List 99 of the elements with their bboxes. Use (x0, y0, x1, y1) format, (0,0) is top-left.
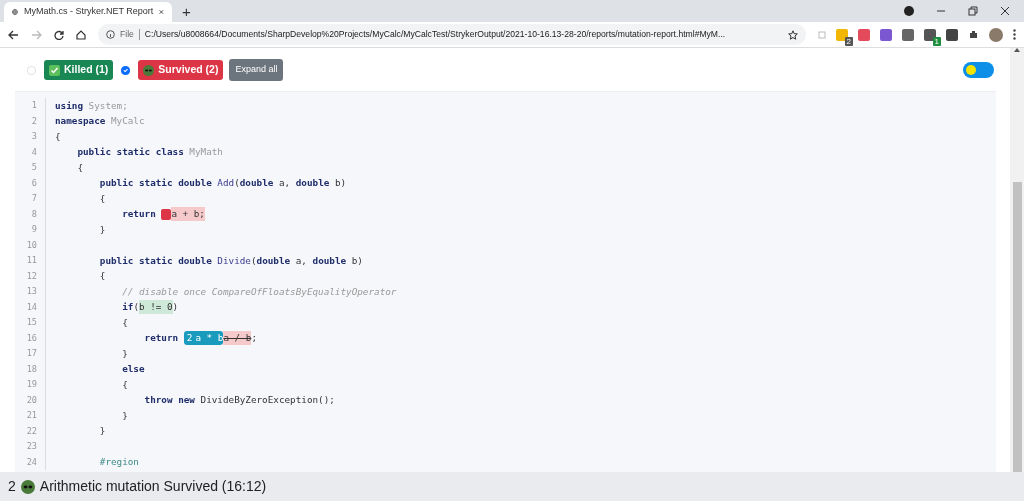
line-number: 7 (15, 191, 46, 207)
code-comment: // disable once CompareOfFloatsByEqualityOperator (122, 284, 397, 299)
code-token: using (55, 98, 83, 113)
line-number: 5 (15, 160, 46, 176)
code-token: a, (278, 176, 291, 191)
code-token: public static double (99, 253, 212, 268)
reload-icon[interactable] (54, 29, 64, 40)
code-token: { (77, 160, 83, 175)
line-number: 15 (15, 315, 46, 331)
covered-code: b != 0 (139, 300, 173, 315)
code-token: double (256, 253, 291, 268)
info-icon (106, 30, 115, 39)
line-number: 14 (15, 299, 46, 315)
theme-toggle[interactable] (963, 62, 994, 78)
line-number: 10 (15, 237, 46, 253)
close-icon[interactable] (1000, 6, 1010, 16)
line-number: 8 (15, 206, 46, 222)
code-token: b) (334, 176, 347, 191)
code-token: { (99, 269, 106, 284)
browser-tab[interactable]: MyMath.cs - Stryker.NET Report (4, 2, 172, 22)
line-number: 23 (15, 439, 46, 455)
line-number: 6 (15, 175, 46, 191)
code-token: System; (88, 98, 128, 113)
line-number: 19 (15, 377, 46, 393)
line-number: 2 (15, 113, 46, 129)
scrollbar-thumb[interactable] (1012, 182, 1022, 472)
alien-icon (143, 64, 155, 76)
filter-badge[interactable]: Survived (2) (138, 60, 224, 80)
code-token: b) (351, 253, 363, 268)
profile-icon[interactable] (904, 6, 914, 16)
new-tab-button[interactable]: + (172, 2, 201, 22)
code-token: { (55, 129, 61, 144)
filter-checkbox[interactable] (121, 65, 131, 75)
check-icon (49, 64, 60, 76)
line-number: 16 (15, 330, 46, 346)
filter-badge[interactable]: Killed (1) (44, 60, 114, 80)
alien-icon (20, 479, 35, 494)
code-token: ) (172, 300, 179, 315)
avatar-icon[interactable] (989, 27, 1003, 42)
code-token: { (122, 315, 128, 330)
code-token: Divide (217, 253, 251, 268)
code-token: DivideByZeroException(); (200, 393, 335, 408)
globe-icon (12, 7, 18, 17)
code-token: } (99, 424, 106, 439)
line-number: 21 (15, 408, 46, 424)
code-token: namespace (55, 114, 106, 129)
line-number: 18 (15, 361, 46, 377)
code-token: MyMath (189, 145, 223, 160)
code-token: public static class (77, 145, 184, 160)
line-number: 12 (15, 268, 46, 284)
line-number: 17 (15, 346, 46, 362)
mutant-badge[interactable]: 2 (183, 331, 196, 346)
line-number: 1 (15, 98, 46, 114)
code-token: } (99, 222, 106, 237)
code-token: #region (99, 455, 139, 470)
code-token: } (122, 408, 128, 423)
code-token: double (239, 176, 274, 191)
back-icon[interactable] (8, 29, 19, 40)
mutant-number: 2 (8, 477, 16, 496)
code-token: else (122, 362, 145, 377)
replacement-code: a * b (195, 331, 224, 346)
code-token: { (122, 377, 128, 392)
close-icon[interactable] (159, 8, 164, 16)
home-icon[interactable] (76, 29, 86, 40)
address-field[interactable]: File C:/Users/u8008664/Documents/SharpDevelop%20Projects/MyCalc/MyCalcTest/StrykerOutput/2021-10-16.13-28-20/reports/mutation-report.html#MyM... (98, 24, 806, 45)
code-token: throw new (144, 393, 195, 408)
code-token: ( (234, 176, 240, 191)
star-icon[interactable] (788, 29, 798, 40)
code-token: ( (250, 253, 257, 268)
line-number: 4 (15, 144, 46, 160)
line-number: 13 (15, 284, 46, 300)
killed-mutant-marker[interactable] (161, 208, 172, 220)
code-token: { (99, 191, 106, 206)
mutated-code: a + b; (171, 207, 205, 222)
code-token: } (122, 346, 128, 361)
code-token: if (122, 300, 134, 315)
code-token: return (144, 331, 179, 346)
expand-all-button[interactable]: Expand all (229, 59, 284, 81)
code-token: double (312, 253, 347, 268)
code-token: ; (251, 331, 257, 346)
code-token: public static double (99, 176, 212, 191)
restore-icon[interactable] (968, 6, 978, 16)
code-token: a, (295, 253, 307, 268)
count-badge: 2 (844, 36, 853, 46)
menu-icon[interactable] (1013, 29, 1016, 40)
line-number: 22 (15, 423, 46, 439)
line-number: 24 (15, 454, 46, 470)
status-text: Arithmetic mutation Survived (16:12) (39, 477, 267, 496)
code-token: Add (217, 176, 235, 191)
code-token: ( (133, 300, 139, 315)
code-token: MyCalc (111, 114, 145, 129)
line-number: 3 (15, 129, 46, 145)
line-number: 9 (15, 222, 46, 238)
line-number: 11 (15, 253, 46, 269)
count-badge: 1 (932, 36, 941, 46)
line-number: 20 (15, 392, 46, 408)
code-token: double (295, 176, 330, 191)
code-token: return (122, 207, 156, 222)
removed-code: a / b (223, 331, 252, 346)
